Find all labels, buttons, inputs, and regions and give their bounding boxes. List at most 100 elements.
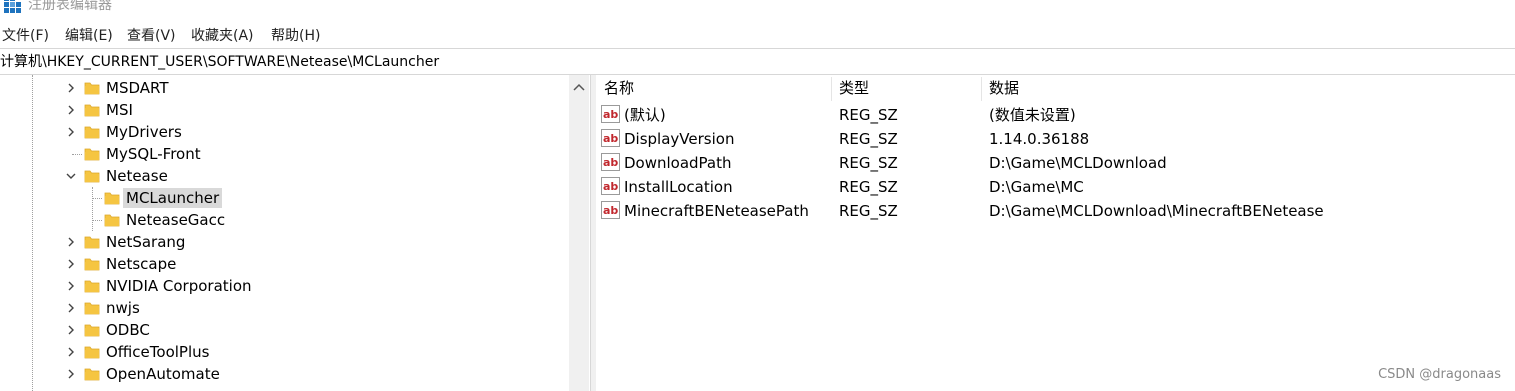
column-separator[interactable] bbox=[981, 77, 982, 101]
tree-item-label[interactable]: Netscape bbox=[103, 254, 179, 274]
svg-text:ab: ab bbox=[603, 132, 618, 145]
value-name: DownloadPath bbox=[624, 154, 732, 172]
menu-help[interactable]: 帮助(H) bbox=[271, 27, 320, 45]
tree-item-label[interactable]: NetSarang bbox=[103, 232, 188, 252]
value-row[interactable]: ab InstallLocation REG_SZ D:\Game\MC bbox=[596, 175, 1515, 199]
tree-item-label[interactable]: NVIDIA Corporation bbox=[103, 276, 255, 296]
tree-connector bbox=[92, 198, 102, 199]
chevron-right-icon[interactable] bbox=[64, 345, 78, 359]
chevron-right-icon[interactable] bbox=[64, 125, 78, 139]
value-name: MinecraftBENeteasePath bbox=[624, 202, 809, 220]
tree-item-label[interactable]: OpenAutomate bbox=[103, 364, 223, 384]
chevron-right-icon[interactable] bbox=[64, 367, 78, 381]
value-type: REG_SZ bbox=[839, 202, 898, 220]
address-bar[interactable]: 计算机\HKEY_CURRENT_USER\SOFTWARE\Netease\M… bbox=[0, 50, 1515, 74]
tree-item-label[interactable]: OfficeToolPlus bbox=[103, 342, 212, 362]
folder-icon bbox=[84, 148, 100, 161]
tree-item[interactable]: NetSarang bbox=[0, 231, 570, 253]
chevron-down-icon[interactable] bbox=[64, 169, 78, 183]
folder-icon bbox=[84, 302, 100, 315]
value-type: REG_SZ bbox=[839, 154, 898, 172]
tree-item[interactable]: NeteaseGacc bbox=[0, 209, 570, 231]
tree-item[interactable]: MySQL-Front bbox=[0, 143, 570, 165]
value-data: D:\Game\MC bbox=[989, 178, 1084, 196]
tree-item[interactable]: MSDART bbox=[0, 77, 570, 99]
tree-connector bbox=[92, 220, 102, 221]
tree-item-label[interactable]: NeteaseGacc bbox=[123, 210, 228, 230]
tree-item[interactable]: MSI bbox=[0, 99, 570, 121]
values-list: 名称 类型 数据 ab (默认) REG_SZ (数值未设置) ab DisplayVer… bbox=[596, 75, 1515, 391]
window-title: 注册表编辑器 bbox=[28, 0, 112, 13]
chevron-right-icon[interactable] bbox=[64, 323, 78, 337]
key-tree: MSDART MSI MyDrivers MySQL-Front Netease MCLa… bbox=[0, 75, 590, 391]
tree-item[interactable]: OfficeToolPlus bbox=[0, 341, 570, 363]
folder-icon bbox=[84, 258, 100, 271]
chevron-right-icon[interactable] bbox=[64, 279, 78, 293]
chevron-right-icon[interactable] bbox=[64, 81, 78, 95]
chevron-right-icon[interactable] bbox=[64, 257, 78, 271]
value-data: D:\Game\MCLDownload\MinecraftBENetease bbox=[989, 202, 1324, 220]
tree-item-label[interactable]: MyDrivers bbox=[103, 122, 185, 142]
folder-icon bbox=[84, 324, 100, 337]
value-type: REG_SZ bbox=[839, 178, 898, 196]
tree-item[interactable]: OpenAutomate bbox=[0, 363, 570, 385]
folder-icon bbox=[104, 214, 120, 227]
svg-text:ab: ab bbox=[603, 180, 618, 193]
svg-text:ab: ab bbox=[603, 108, 618, 121]
tree-guide-line bbox=[92, 187, 93, 231]
value-row[interactable]: ab DisplayVersion REG_SZ 1.14.0.36188 bbox=[596, 127, 1515, 151]
string-value-icon: ab bbox=[601, 105, 620, 123]
tree-item-label[interactable]: MSDART bbox=[103, 78, 172, 98]
folder-icon bbox=[84, 368, 100, 381]
menu-file[interactable]: 文件(F) bbox=[2, 27, 49, 45]
column-header-data[interactable]: 数据 bbox=[989, 78, 1019, 98]
svg-text:ab: ab bbox=[603, 204, 618, 217]
value-data: (数值未设置) bbox=[989, 106, 1076, 124]
column-header-type[interactable]: 类型 bbox=[839, 78, 869, 98]
registry-app-icon bbox=[4, 0, 21, 13]
string-value-icon: ab bbox=[601, 129, 620, 147]
string-value-icon: ab bbox=[601, 177, 620, 195]
tree-item[interactable]: Netease bbox=[0, 165, 570, 187]
tree-item[interactable]: NVIDIA Corporation bbox=[0, 275, 570, 297]
chevron-right-icon[interactable] bbox=[64, 301, 78, 315]
column-header-name[interactable]: 名称 bbox=[604, 78, 634, 98]
string-value-icon: ab bbox=[601, 201, 620, 219]
menu-favorites[interactable]: 收藏夹(A) bbox=[191, 27, 254, 45]
chevron-right-icon[interactable] bbox=[64, 103, 78, 117]
divider bbox=[0, 48, 1515, 49]
menu-view[interactable]: 查看(V) bbox=[127, 27, 176, 45]
folder-icon bbox=[84, 280, 100, 293]
tree-item-label[interactable]: Netease bbox=[103, 166, 171, 186]
tree-item[interactable]: nwjs bbox=[0, 297, 570, 319]
tree-item[interactable]: ODBC bbox=[0, 319, 570, 341]
chevron-right-icon[interactable] bbox=[64, 235, 78, 249]
folder-icon bbox=[84, 236, 100, 249]
tree-item[interactable]: Netscape bbox=[0, 253, 570, 275]
address-path[interactable]: 计算机\HKEY_CURRENT_USER\SOFTWARE\Netease\M… bbox=[0, 53, 439, 71]
folder-icon bbox=[104, 192, 120, 205]
tree-connector bbox=[72, 154, 82, 155]
tree-item[interactable]: MyDrivers bbox=[0, 121, 570, 143]
menu-bar: 文件(F) 编辑(E) 查看(V) 收藏夹(A) 帮助(H) bbox=[0, 24, 1515, 48]
tree-scrollbar[interactable] bbox=[569, 75, 589, 391]
tree-item-label[interactable]: ODBC bbox=[103, 320, 153, 340]
value-row[interactable]: ab MinecraftBENeteasePath REG_SZ D:\Game\MC… bbox=[596, 199, 1515, 223]
tree-item-label[interactable]: MCLauncher bbox=[123, 188, 223, 208]
tree-item-label[interactable]: MSI bbox=[103, 100, 136, 120]
tree-item[interactable]: MCLauncher bbox=[0, 187, 570, 209]
column-separator[interactable] bbox=[831, 77, 832, 101]
value-row[interactable]: ab DownloadPath REG_SZ D:\Game\MCLDownload bbox=[596, 151, 1515, 175]
tree-item-label[interactable]: nwjs bbox=[103, 298, 143, 318]
folder-icon bbox=[84, 104, 100, 117]
folder-icon bbox=[84, 82, 100, 95]
svg-text:ab: ab bbox=[603, 156, 618, 169]
menu-edit[interactable]: 编辑(E) bbox=[65, 27, 113, 45]
folder-icon bbox=[84, 346, 100, 359]
tree-item-label[interactable]: MySQL-Front bbox=[103, 144, 204, 164]
value-name: DisplayVersion bbox=[624, 130, 735, 148]
scroll-up-icon[interactable] bbox=[572, 81, 586, 93]
value-row[interactable]: ab (默认) REG_SZ (数值未设置) bbox=[596, 103, 1515, 127]
value-name: (默认) bbox=[624, 106, 666, 124]
string-value-icon: ab bbox=[601, 153, 620, 171]
